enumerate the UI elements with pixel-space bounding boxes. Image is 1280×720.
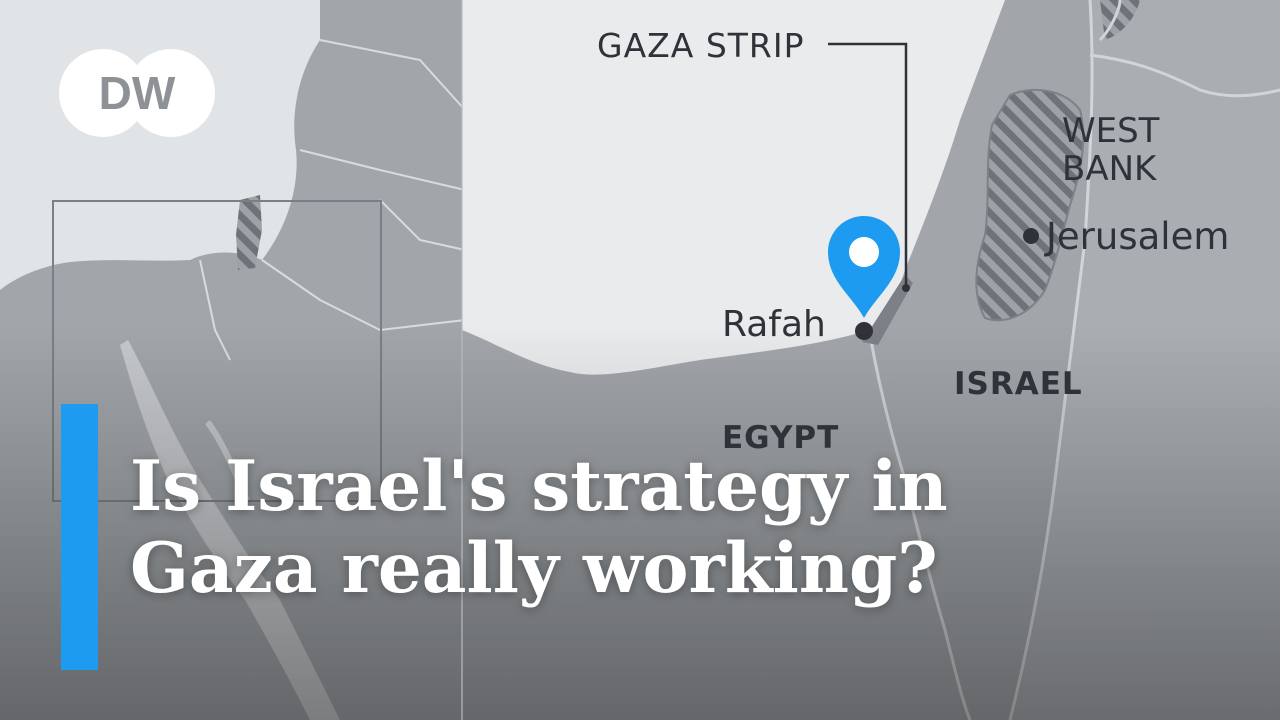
label-rafah: Rafah (722, 304, 826, 345)
dw-logo: DW (59, 49, 215, 137)
label-israel: ISRAEL (954, 366, 1083, 402)
headline-accent-bar (61, 404, 98, 670)
svg-text:DW: DW (99, 67, 176, 119)
label-gaza-strip: GAZA STRIP (597, 26, 805, 65)
headline-line-1: Is Israel's strategy in (130, 446, 948, 527)
label-jerusalem: Jerusalem (1046, 215, 1230, 258)
label-west-bank: WEST BANK (1062, 111, 1160, 189)
headline-line-2: Gaza really working? (130, 528, 938, 609)
headline: Is Israel's strategy in Gaza really work… (130, 446, 1250, 610)
inset-divider (461, 0, 463, 720)
